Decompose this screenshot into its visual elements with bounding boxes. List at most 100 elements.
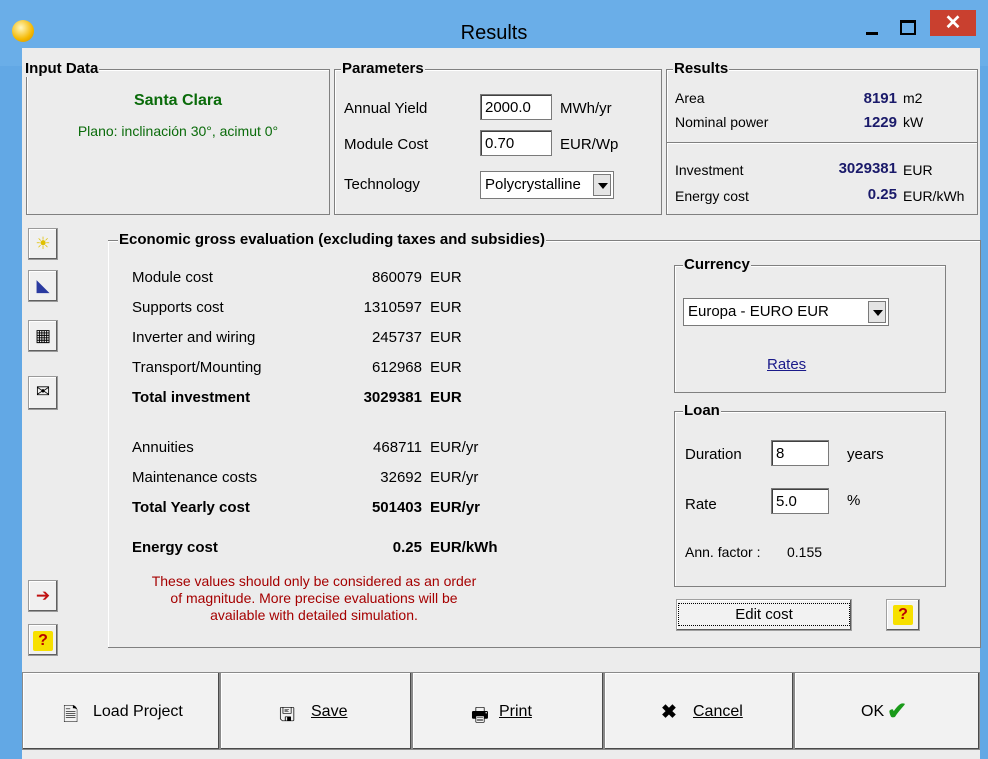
print-button[interactable]: 🖶 Print — [412, 672, 604, 750]
cancel-button[interactable]: ✖ Cancel — [604, 672, 794, 750]
loan-legend: Loan — [683, 402, 721, 419]
supports-cost-label: Supports cost — [132, 299, 224, 316]
total-investment-label: Total investment — [132, 389, 251, 406]
load-project-icon: 🗎 — [63, 705, 79, 726]
cancel-label: Cancel — [693, 703, 743, 720]
module-cost-row-label: Module cost — [132, 269, 213, 286]
ok-button[interactable]: OK ✔ — [794, 672, 980, 750]
maximize-button[interactable] — [893, 14, 921, 40]
help-icon: ? — [33, 631, 53, 651]
help-icon: ? — [893, 605, 913, 625]
ok-label: OK — [861, 703, 885, 720]
nominal-power-label: Nominal power — [675, 114, 769, 130]
load-project-button[interactable]: 🗎 Load Project — [22, 672, 220, 750]
parameters-legend: Parameters — [341, 60, 425, 77]
annual-yield-label: Annual Yield — [344, 100, 428, 117]
technology-value: Polycrystalline — [485, 176, 581, 193]
supports-cost-value: 1310597 — [363, 299, 422, 316]
module-cost-unit: EUR/Wp — [560, 136, 619, 153]
dialog-body: Input Data Santa Clara Plano: inclinació… — [22, 48, 981, 759]
edit-cost-label: Edit cost — [678, 603, 850, 626]
annual-yield-input[interactable]: 2000.0 — [480, 94, 552, 120]
inverter-wiring-unit: EUR — [430, 329, 462, 346]
edit-cost-button[interactable]: Edit cost — [676, 599, 852, 631]
warning-line-2: of magnitude. More precise evaluations w… — [170, 590, 458, 606]
results-panel: Results Area 8191 m2 Nominal power 1229 … — [666, 60, 978, 215]
economic-legend: Economic gross evaluation (excluding tax… — [118, 231, 546, 248]
total-investment-unit: EUR — [430, 389, 462, 406]
table-tool-button[interactable]: ▦ — [28, 320, 58, 352]
energy-cost-unit: EUR/kWh — [903, 188, 965, 204]
print-label: Print — [499, 703, 532, 720]
close-button[interactable]: ✕ — [930, 10, 976, 36]
checkmark-icon: ✔ — [887, 698, 908, 725]
help-side-button[interactable]: ? — [28, 624, 58, 656]
currency-legend: Currency — [683, 256, 751, 273]
results-divider — [667, 142, 977, 143]
currency-value: Europa - EURO EUR — [688, 303, 829, 320]
close-icon: ✕ — [944, 12, 962, 34]
technology-label: Technology — [344, 176, 420, 193]
area-label: Area — [675, 90, 705, 106]
transport-mounting-unit: EUR — [430, 359, 462, 376]
annuity-factor-label: Ann. factor : — [685, 544, 761, 560]
energy-cost-row-label: Energy cost — [132, 539, 218, 556]
duration-input[interactable]: 8 — [771, 440, 829, 466]
energy-cost-value: 0.25 — [867, 186, 897, 203]
rates-link[interactable]: Rates — [767, 356, 806, 373]
nominal-power-unit: kW — [903, 114, 924, 130]
minimize-button[interactable] — [860, 14, 884, 40]
module-cost-input[interactable]: 0.70 — [480, 130, 552, 156]
investment-label: Investment — [675, 162, 744, 178]
loan-panel: Loan Duration 8 years Rate 5.0 % Ann. fa… — [674, 402, 946, 587]
module-cost-row-unit: EUR — [430, 269, 462, 286]
window-title: Results — [460, 22, 528, 44]
site-name: Santa Clara — [133, 92, 223, 109]
energy-cost-row-value: 0.25 — [392, 539, 422, 556]
economic-panel: Economic gross evaluation (excluding tax… — [108, 231, 981, 648]
warning-line-1: These values should only be considered a… — [151, 573, 477, 589]
input-data-legend: Input Data — [24, 60, 100, 77]
inverter-wiring-value: 245737 — [371, 329, 422, 346]
export-arrow-icon: ➔ — [35, 586, 51, 605]
chevron-down-icon[interactable] — [593, 174, 611, 196]
orientation-text: Plano: inclinación 30°, acimut 0° — [77, 123, 279, 139]
nominal-power-value: 1229 — [863, 114, 897, 131]
save-button[interactable]: 🖫 Save — [220, 672, 412, 750]
export-tool-button[interactable]: ➔ — [28, 580, 58, 612]
rate-input[interactable]: 5.0 — [771, 488, 829, 514]
save-label: Save — [311, 703, 348, 720]
help-button[interactable]: ? — [886, 599, 920, 631]
annuities-value: 468711 — [373, 439, 422, 456]
cancel-x-icon: ✖ — [661, 702, 677, 723]
load-project-label: Load Project — [93, 703, 183, 720]
module-tool-button[interactable]: ◣ — [28, 270, 58, 302]
area-value: 8191 — [863, 90, 897, 107]
supports-cost-unit: EUR — [430, 299, 462, 316]
technology-select[interactable]: Polycrystalline — [480, 171, 614, 199]
sun-icon: ☀ — [35, 234, 51, 253]
parameters-panel: Parameters Annual Yield 2000.0 MWh/yr Mo… — [334, 60, 662, 215]
annuities-unit: EUR/yr — [430, 439, 479, 456]
investment-unit: EUR — [903, 162, 933, 178]
chevron-down-icon[interactable] — [868, 301, 886, 323]
transport-mounting-label: Transport/Mounting — [132, 359, 262, 376]
maintenance-unit: EUR/yr — [430, 469, 479, 486]
bottom-button-bar: 🗎 Load Project 🖫 Save 🖶 Print ✖ Cancel O… — [22, 672, 980, 759]
module-cost-label: Module Cost — [344, 136, 429, 153]
warning-line-3: available with detailed simulation. — [210, 607, 418, 623]
transport-mounting-value: 612968 — [371, 359, 422, 376]
save-icon: 🖫 — [279, 705, 296, 726]
total-investment-value: 3029381 — [363, 389, 422, 406]
investment-value: 3029381 — [838, 160, 897, 177]
maintenance-value: 32692 — [380, 469, 422, 486]
total-yearly-value: 501403 — [371, 499, 422, 516]
economic-tool-button[interactable]: ✉ — [28, 376, 58, 410]
duration-label: Duration — [685, 446, 742, 463]
module-cost-row-value: 860079 — [371, 269, 422, 286]
money-icon: ✉ — [35, 382, 51, 401]
annual-yield-unit: MWh/yr — [560, 100, 612, 117]
currency-select[interactable]: Europa - EURO EUR — [683, 298, 889, 326]
sun-tool-button[interactable]: ☀ — [28, 228, 58, 260]
annuity-factor-value: 0.155 — [787, 544, 823, 560]
